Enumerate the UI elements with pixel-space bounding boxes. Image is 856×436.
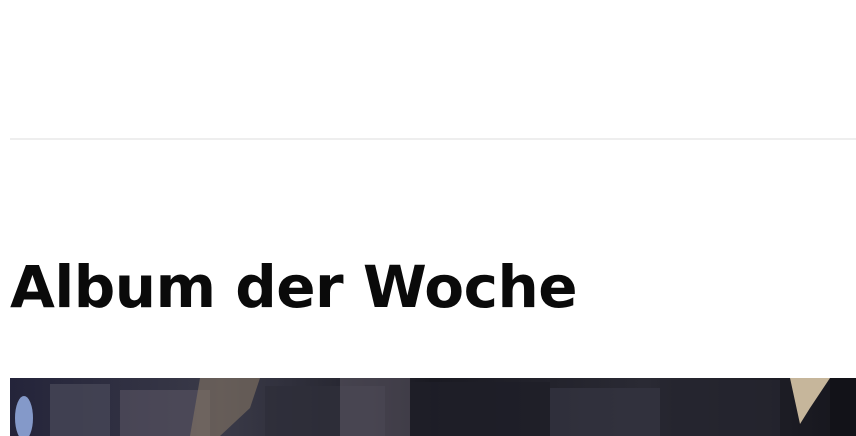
album-cover-artwork xyxy=(10,378,856,436)
page: Album der Woche xyxy=(0,0,856,436)
album-cover-image[interactable] xyxy=(10,378,856,436)
divider-line xyxy=(10,138,856,140)
section-title: Album der Woche xyxy=(10,253,578,321)
